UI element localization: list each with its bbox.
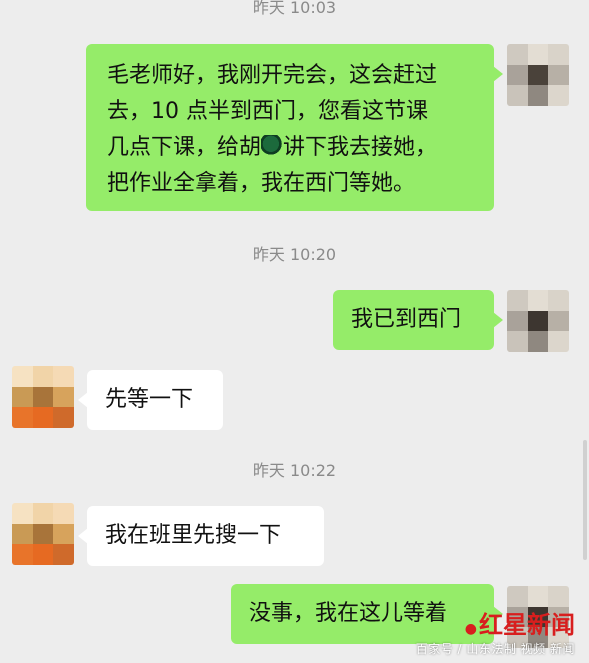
self-avatar[interactable] xyxy=(507,44,569,106)
message-text: 我已到西门 xyxy=(351,307,462,332)
self-avatar[interactable] xyxy=(507,290,569,352)
watermark-caption: 百家号 / 山东法制 视频 新闻 xyxy=(415,642,575,656)
message-line: 毛老师好，我刚开完会，这会赶过 xyxy=(107,63,438,88)
message-text: 我在班里先搜一下 xyxy=(105,523,282,548)
received-message-bubble[interactable]: 我在班里先搜一下 xyxy=(78,506,324,566)
sent-message-bubble[interactable]: 毛老师好，我刚开完会，这会赶过 去，10 点半到西门，您看这节课 几点下课，给胡… xyxy=(86,44,503,211)
news-logo: ●红星新闻 xyxy=(416,605,575,640)
timestamp: 昨天 10:20 xyxy=(252,245,337,264)
contact-avatar[interactable] xyxy=(12,503,74,565)
news-logo-icon: ● xyxy=(464,621,477,637)
news-logo-text: 红星新闻 xyxy=(479,610,575,639)
message-line: 去，10 点半到西门，您看这节课 xyxy=(107,99,428,124)
message-text: 讲下我去接她， xyxy=(283,135,438,160)
message-text: 几点下课，给胡 xyxy=(107,135,262,160)
news-watermark: ●红星新闻 百家号 / 山东法制 视频 新闻 xyxy=(416,605,575,657)
message-line: 几点下课，给胡 讲下我去接她， xyxy=(107,130,494,166)
timestamp: 昨天 10:22 xyxy=(252,461,337,480)
contact-avatar[interactable] xyxy=(12,366,74,428)
message-line: 把作业全拿着，我在西门等她。 xyxy=(107,171,416,196)
timestamp: 昨天 10:03 xyxy=(252,0,337,17)
received-message-bubble[interactable]: 先等一下 xyxy=(78,370,223,430)
message-text: 先等一下 xyxy=(105,387,194,412)
scrollbar[interactable] xyxy=(583,440,587,560)
redaction-blot-icon xyxy=(261,135,284,157)
sent-message-bubble[interactable]: 我已到西门 xyxy=(333,290,503,350)
